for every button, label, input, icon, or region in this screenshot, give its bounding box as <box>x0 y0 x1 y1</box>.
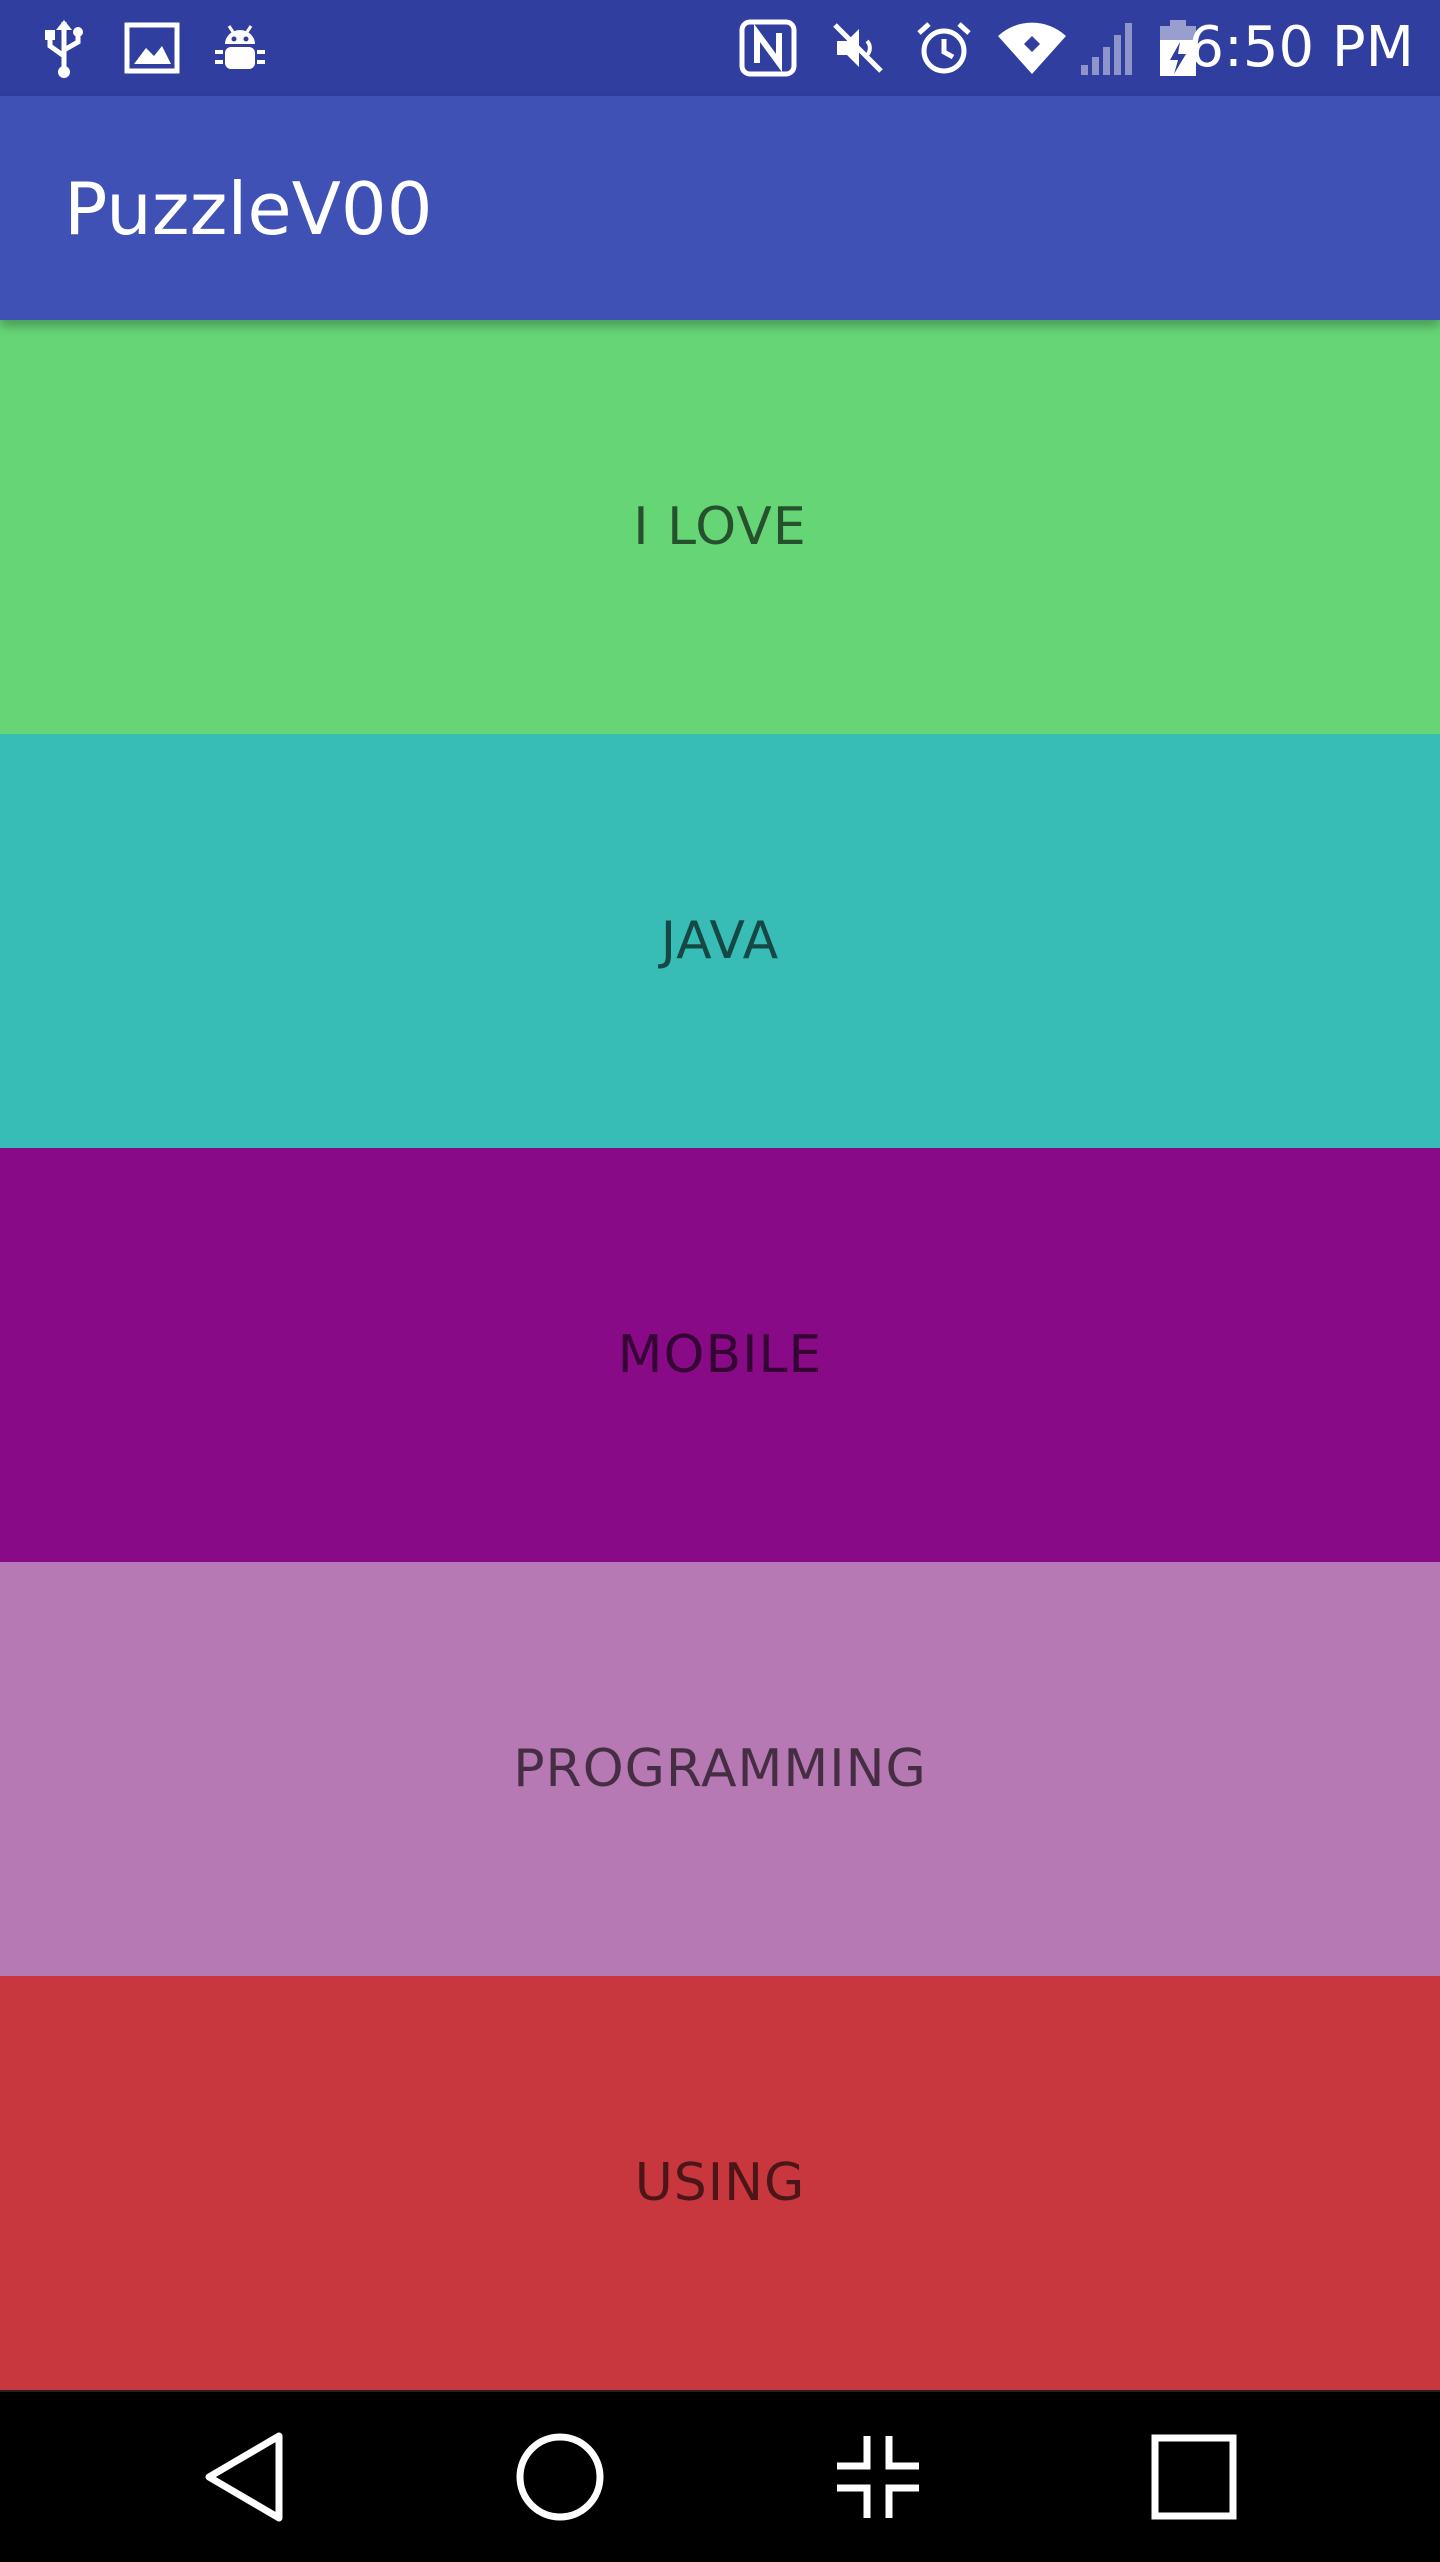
signal-icon <box>1078 18 1138 78</box>
usb-icon <box>38 18 90 78</box>
back-button[interactable] <box>186 2417 306 2537</box>
puzzle-block-label: PROGRAMMING <box>513 1739 927 1799</box>
home-icon <box>516 2433 604 2521</box>
android-debug-icon <box>210 18 270 78</box>
recents-icon <box>1151 2434 1237 2520</box>
image-icon <box>122 18 182 78</box>
app-title: PuzzleV00 <box>64 167 433 251</box>
dual-window-icon <box>837 2436 919 2518</box>
mute-icon <box>828 18 888 78</box>
app-bar: PuzzleV00 <box>0 96 1440 320</box>
puzzle-block-5[interactable]: USING <box>0 1976 1440 2390</box>
recents-button[interactable] <box>1134 2417 1254 2537</box>
puzzle-list: I LOVE JAVA MOBILE PROGRAMMING USING <box>0 320 1440 2390</box>
puzzle-block-label: USING <box>634 2153 806 2213</box>
puzzle-block-3[interactable]: MOBILE <box>0 1148 1440 1562</box>
puzzle-block-1[interactable]: I LOVE <box>0 320 1440 734</box>
dual-window-button[interactable] <box>818 2417 938 2537</box>
status-bar: 6:50 PM <box>0 0 1440 96</box>
puzzle-block-label: I LOVE <box>633 497 807 557</box>
wifi-icon <box>995 18 1069 78</box>
home-button[interactable] <box>500 2417 620 2537</box>
puzzle-block-2[interactable]: JAVA <box>0 734 1440 1148</box>
puzzle-block-4[interactable]: PROGRAMMING <box>0 1562 1440 1976</box>
status-time: 6:50 PM <box>1188 15 1414 80</box>
nfc-icon <box>738 18 798 78</box>
navigation-bar <box>0 2390 1440 2562</box>
alarm-icon <box>914 18 974 78</box>
back-icon <box>205 2432 283 2522</box>
puzzle-block-label: MOBILE <box>617 1325 823 1385</box>
puzzle-block-label: JAVA <box>660 911 780 971</box>
